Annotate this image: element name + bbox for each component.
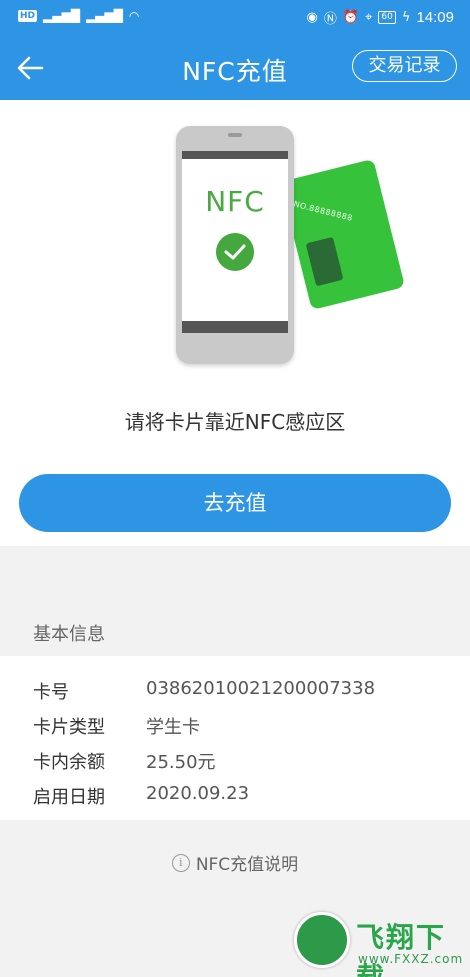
alarm-icon: ⏰	[342, 10, 360, 25]
header-bar: HD ▂▄▆█ ▂▄▆█ ◠ ◉ Ⓝ ⏰ ⌖ 60 ϟ 14:09 NFC充值 …	[0, 0, 470, 100]
phone-image: NFC	[176, 126, 294, 364]
info-label: 卡内余额	[33, 752, 105, 773]
watermark-text: 飞翔下载	[356, 921, 447, 977]
status-time: 14:09	[416, 9, 454, 26]
transaction-records-button[interactable]: 交易记录	[352, 50, 457, 82]
basic-info-title: 基本信息	[33, 624, 105, 645]
watermark: 飞翔下载 www.FXXZ.com	[294, 912, 464, 977]
info-row-card-number: 卡号 03862010021200007338	[33, 678, 375, 704]
info-label: 启用日期	[33, 787, 105, 808]
signal-icon-2: ▂▄▆█	[85, 9, 123, 23]
nfc-illustration: NO.88888888 NFC	[160, 126, 406, 376]
battery-indicator: 60	[378, 11, 396, 24]
eye-icon: ◉	[306, 10, 318, 25]
nfc-instructions-link[interactable]: i NFC充值说明	[0, 850, 470, 875]
nfc-icon: Ⓝ	[323, 12, 337, 27]
nfc-instructions-label: NFC充值说明	[195, 855, 299, 875]
info-label: 卡片类型	[33, 717, 105, 738]
info-value: 学生卡	[146, 717, 200, 738]
card-number-text: NO.88888888	[292, 199, 354, 223]
info-label: 卡号	[33, 682, 69, 703]
nfc-panel: NO.88888888 NFC 请将卡片靠近NFC感应区 去充值	[0, 100, 470, 546]
check-circle-icon	[216, 233, 254, 271]
info-icon: i	[171, 853, 190, 872]
location-icon: ⌖	[365, 10, 373, 25]
info-row-activation-date: 启用日期 2020.09.23	[33, 783, 249, 809]
watermark-logo-icon	[294, 912, 350, 968]
nav-bar: NFC充值 交易记录	[0, 36, 470, 100]
watermark-url: www.FXXZ.com	[358, 952, 464, 966]
wifi-icon: ◠	[128, 9, 140, 23]
info-row-balance: 卡内余额 25.50元	[33, 748, 216, 774]
signal-icon: ▂▄▆█	[43, 9, 80, 23]
info-row-card-type: 卡片类型 学生卡	[33, 713, 200, 739]
info-value: 03862010021200007338	[146, 678, 376, 699]
nfc-hint-text: 请将卡片靠近NFC感应区	[124, 410, 346, 434]
hd-badge: HD	[18, 10, 38, 22]
charging-icon: ϟ	[401, 10, 411, 25]
basic-info-list: 卡号 03862010021200007338 卡片类型 学生卡 卡内余额 25…	[0, 656, 470, 820]
info-value: 2020.09.23	[146, 783, 250, 804]
status-bar: HD ▂▄▆█ ▂▄▆█ ◠ ◉ Ⓝ ⏰ ⌖ 60 ϟ 14:09	[0, 0, 470, 34]
card-chip	[305, 236, 344, 287]
phone-screen: NFC	[182, 151, 288, 333]
screen-nfc-text: NFC	[205, 185, 265, 218]
info-value: 25.50元	[146, 752, 216, 773]
recharge-button[interactable]: 去充值	[19, 474, 451, 532]
green-card: NO.88888888	[280, 158, 406, 311]
